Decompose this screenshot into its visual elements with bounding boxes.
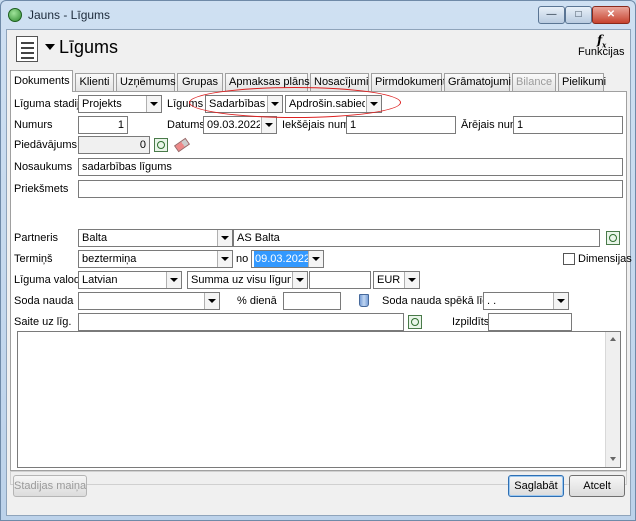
tab-klienti[interactable]: Klienti bbox=[75, 73, 114, 91]
chevron-down-icon[interactable] bbox=[366, 96, 381, 112]
title-bar[interactable]: Jauns - Līgums — □ ✕ bbox=[1, 1, 635, 29]
save-button[interactable]: Saglabāt bbox=[508, 475, 564, 497]
label-liguma-valoda: Līguma valoda bbox=[14, 274, 87, 286]
vertical-scrollbar[interactable] bbox=[605, 332, 620, 467]
tab-dokuments[interactable]: Dokuments bbox=[10, 70, 73, 92]
label-dimensijas: Dimensijas bbox=[578, 253, 632, 265]
tab-bilance: Bilance bbox=[512, 73, 556, 91]
nosaukums-input[interactable]: sadarbības līgums bbox=[78, 158, 623, 176]
label-numurs: Numurs bbox=[14, 119, 53, 131]
partneris-select[interactable]: Balta bbox=[78, 229, 233, 247]
chevron-down-icon[interactable] bbox=[553, 293, 568, 309]
chevron-down-icon[interactable] bbox=[204, 293, 219, 309]
numurs-input[interactable]: 1 bbox=[78, 116, 128, 134]
summa-type-select[interactable]: Summa uz visu līgumu bbox=[187, 271, 308, 289]
ligums-subtype-select[interactable]: Apdrošin.sabiedrība bbox=[285, 95, 382, 113]
main-window: Jauns - Līgums — □ ✕ Līgums fx Funkcijas… bbox=[0, 0, 636, 521]
ieksejais-num-input[interactable]: 1 bbox=[346, 116, 456, 134]
notes-textarea[interactable] bbox=[17, 331, 621, 468]
label-piedavajums: Piedāvājums bbox=[14, 139, 77, 151]
database-icon[interactable] bbox=[359, 294, 369, 307]
scroll-down-icon[interactable] bbox=[606, 452, 621, 467]
dimensijas-checkbox[interactable] bbox=[563, 253, 575, 265]
label-percent-diena: % dienā bbox=[237, 295, 277, 307]
chevron-down-icon[interactable] bbox=[292, 272, 307, 288]
chevron-down-icon[interactable] bbox=[217, 230, 232, 246]
piedavajums-input[interactable]: 0 bbox=[78, 136, 150, 154]
document-icon bbox=[16, 36, 38, 62]
valoda-select[interactable]: Latvian bbox=[78, 271, 182, 289]
window-title: Jauns - Līgums bbox=[28, 8, 111, 22]
chevron-down-icon[interactable] bbox=[308, 251, 323, 267]
label-soda-nauda: Soda nauda bbox=[14, 295, 74, 307]
tab-bar: Dokuments Klienti Uzņēmums Grupas Apmaks… bbox=[10, 70, 628, 92]
search-icon[interactable] bbox=[154, 138, 168, 152]
label-datums: Datums bbox=[167, 119, 205, 131]
label-ieksejais-num: Iekšējais num. bbox=[282, 119, 353, 131]
window-client: Līgums fx Funkcijas Dokuments Klienti Uz… bbox=[6, 29, 632, 516]
label-izpildits: Izpildīts bbox=[452, 316, 490, 328]
document-panel: Līguma stadija Projekts Līgums Sadarbība… bbox=[10, 91, 632, 471]
cancel-button[interactable]: Atcelt bbox=[569, 475, 625, 497]
summa-amount-input[interactable] bbox=[309, 271, 371, 289]
stadija-select[interactable]: Projekts bbox=[78, 95, 162, 113]
label-nosaukums: Nosaukums bbox=[14, 161, 73, 173]
header-dropdown-icon[interactable] bbox=[45, 44, 55, 50]
eraser-icon[interactable] bbox=[173, 137, 191, 153]
izpildits-input[interactable] bbox=[488, 313, 572, 331]
maximize-button[interactable]: □ bbox=[565, 6, 592, 24]
soda-speka-lidz-input[interactable]: . . bbox=[483, 292, 569, 310]
search-icon[interactable] bbox=[606, 231, 620, 245]
stadijas-maina-button: Stadijas maiņa bbox=[13, 475, 87, 497]
label-no: no bbox=[236, 253, 249, 265]
label-ligums: Līgums bbox=[167, 98, 204, 110]
label-saite-uz-lig: Saite uz līg. bbox=[14, 316, 72, 328]
partneris-name-input[interactable]: AS Balta bbox=[233, 229, 600, 247]
tab-gramatojumi[interactable]: Grāmatojumi bbox=[444, 73, 511, 91]
chevron-down-icon[interactable] bbox=[146, 96, 161, 112]
app-icon bbox=[8, 8, 22, 22]
arejais-num-input[interactable]: 1 bbox=[513, 116, 623, 134]
prieksmets-input[interactable] bbox=[78, 180, 623, 198]
ligums-type-select[interactable]: Sadarbības bbox=[205, 95, 283, 113]
chevron-down-icon[interactable] bbox=[217, 251, 232, 267]
tab-uznemums[interactable]: Uzņēmums bbox=[116, 73, 176, 91]
chevron-down-icon[interactable] bbox=[404, 272, 419, 288]
percent-diena-input[interactable] bbox=[283, 292, 341, 310]
label-partneris: Partneris bbox=[14, 232, 59, 244]
chevron-down-icon[interactable] bbox=[261, 117, 276, 133]
close-button[interactable]: ✕ bbox=[592, 6, 630, 24]
minimize-button[interactable]: — bbox=[538, 6, 565, 24]
tab-apmaksas-plans[interactable]: Apmaksas plāns bbox=[225, 73, 310, 91]
chevron-down-icon[interactable] bbox=[267, 96, 282, 112]
soda-nauda-select[interactable] bbox=[78, 292, 220, 310]
search-icon[interactable] bbox=[408, 315, 422, 329]
tab-nosacijumi[interactable]: Nosacījumi bbox=[310, 73, 369, 91]
scroll-up-icon[interactable] bbox=[606, 332, 621, 347]
saite-uz-lig-input[interactable] bbox=[78, 313, 404, 331]
tab-grupas[interactable]: Grupas bbox=[177, 73, 223, 91]
page-title: Līgums bbox=[59, 37, 119, 57]
currency-select[interactable]: EUR bbox=[373, 271, 420, 289]
label-prieksmets: Priekšmets bbox=[14, 183, 69, 195]
chevron-down-icon[interactable] bbox=[166, 272, 181, 288]
tab-pielikumi[interactable]: Pielikumi bbox=[558, 73, 606, 91]
label-termins: Termiņš bbox=[14, 253, 53, 265]
termins-select[interactable]: beztermiņa bbox=[78, 250, 233, 268]
label-soda-speka-lidz: Soda nauda spēkā līdz bbox=[382, 295, 494, 307]
functions-button[interactable]: Funkcijas bbox=[578, 46, 624, 58]
termins-no-input[interactable]: 09.03.2022 bbox=[251, 250, 324, 268]
datums-input[interactable]: 09.03.2022 bbox=[203, 116, 277, 134]
label-liguma-stadija: Līguma stadija bbox=[14, 98, 86, 110]
tab-pirmdokumenti[interactable]: Pirmdokumenti bbox=[371, 73, 448, 91]
